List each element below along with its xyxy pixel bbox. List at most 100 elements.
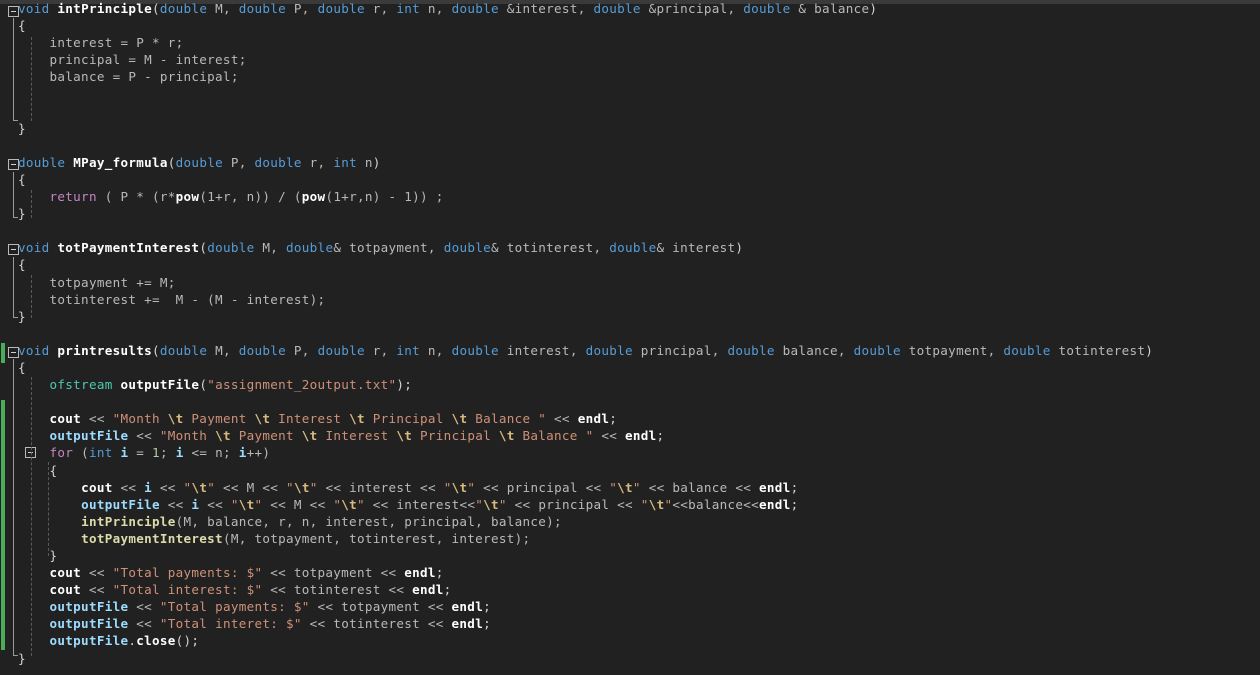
code-line[interactable]: void printresults(double M, double P, do… bbox=[0, 342, 1260, 359]
token-dim: << bbox=[81, 582, 113, 598]
code-line[interactable] bbox=[0, 393, 1260, 410]
token-kw: void bbox=[18, 240, 50, 256]
token-dim: interest = P * r; bbox=[18, 35, 184, 51]
code-line[interactable]: totinterest += M - (M - interest); bbox=[0, 291, 1260, 308]
token-var: outputFile bbox=[49, 428, 129, 444]
token-str: " bbox=[443, 479, 452, 495]
code-line[interactable]: { bbox=[0, 171, 1260, 188]
indent-guide-intprinciple bbox=[31, 37, 32, 121]
code-content[interactable]: void intPrinciple(double M, double P, do… bbox=[0, 0, 1260, 667]
code-line[interactable]: { bbox=[0, 359, 1260, 376]
token-str: "assignment_2output.txt" bbox=[207, 377, 397, 393]
token-dim: & interest bbox=[656, 240, 736, 256]
token-var: outputFile bbox=[81, 496, 160, 512]
code-line[interactable]: totPaymentInterest(M, totpayment, totint… bbox=[0, 530, 1260, 547]
token-dim: << bbox=[128, 599, 160, 615]
code-line[interactable]: cout << i << "\t" << M << "\t" << intere… bbox=[0, 479, 1260, 496]
token-bw: endl bbox=[451, 599, 484, 615]
code-line[interactable] bbox=[0, 137, 1260, 154]
token-punc: ) bbox=[1145, 342, 1154, 358]
code-line[interactable]: { bbox=[0, 462, 1260, 479]
code-line[interactable]: } bbox=[0, 650, 1260, 667]
token-kw: double bbox=[443, 240, 491, 256]
token-ctl: return bbox=[49, 189, 97, 205]
code-line[interactable] bbox=[0, 103, 1260, 120]
code-line[interactable]: intPrinciple(M, balance, r, n, interest,… bbox=[0, 513, 1260, 530]
token-str: Payment bbox=[230, 428, 302, 444]
token-kw: double bbox=[317, 1, 365, 16]
token-bw: cout bbox=[81, 479, 113, 495]
token-str: Balance " bbox=[467, 411, 547, 427]
code-line[interactable] bbox=[0, 222, 1260, 239]
token-punc: (); bbox=[175, 633, 200, 649]
code-line[interactable]: interest = P * r; bbox=[0, 34, 1260, 51]
code-line[interactable]: for (int i = 1; i <= n; i++) bbox=[0, 444, 1260, 461]
token-kw: double bbox=[159, 342, 208, 358]
token-dim: << balance << bbox=[640, 479, 760, 495]
code-line[interactable] bbox=[0, 85, 1260, 102]
code-line[interactable]: cout << "Total interest: $" << totintere… bbox=[0, 581, 1260, 598]
code-line[interactable]: outputFile << "Total interet: $" << toti… bbox=[0, 615, 1260, 632]
code-line[interactable]: } bbox=[0, 547, 1260, 564]
token-dim: principal = M - interest; bbox=[18, 52, 247, 68]
code-line[interactable]: principal = M - interest; bbox=[0, 51, 1260, 68]
token-kw: double bbox=[1003, 342, 1051, 358]
code-editor[interactable]: void intPrinciple(double M, double P, do… bbox=[0, 0, 1260, 675]
code-line[interactable]: balance = P - principal; bbox=[0, 68, 1260, 85]
code-line[interactable]: { bbox=[0, 256, 1260, 273]
token-dim: &principal, bbox=[640, 1, 744, 16]
code-line[interactable]: } bbox=[0, 120, 1260, 137]
code-line[interactable]: } bbox=[0, 205, 1260, 222]
code-line[interactable]: outputFile << "Total payments: $" << tot… bbox=[0, 598, 1260, 615]
code-line[interactable]: cout << "Month \t Payment \t Interest \t… bbox=[0, 410, 1260, 427]
code-line[interactable]: } bbox=[0, 308, 1260, 325]
code-line[interactable]: totpayment += M; bbox=[0, 274, 1260, 291]
token-kw: double bbox=[451, 1, 499, 16]
code-line[interactable] bbox=[0, 325, 1260, 342]
code-line[interactable]: outputFile.close(); bbox=[0, 632, 1260, 649]
code-line[interactable]: outputFile << "Month \t Payment \t Inter… bbox=[0, 427, 1260, 444]
code-line[interactable]: cout << "Total payments: $" << totpaymen… bbox=[0, 564, 1260, 581]
code-line[interactable]: double MPay_formula(double P, double r, … bbox=[0, 154, 1260, 171]
token-dim: << bbox=[546, 411, 578, 427]
token-esc: \t bbox=[191, 479, 208, 495]
token-bw: endl bbox=[451, 616, 484, 632]
token-esc: \t bbox=[341, 496, 357, 512]
token-str: " bbox=[475, 496, 484, 512]
token-dim: n, bbox=[420, 342, 452, 358]
token-dim: n bbox=[356, 154, 373, 170]
code-line[interactable]: outputFile << i << "\t" << M << "\t" << … bbox=[0, 496, 1260, 513]
token-bw: cout bbox=[49, 565, 82, 581]
token-kw: double bbox=[175, 154, 223, 170]
code-line[interactable]: void intPrinciple(double M, double P, do… bbox=[0, 0, 1260, 17]
token-bw: endl bbox=[412, 582, 444, 598]
token-dim: (M, balance, r, n, interest, principal, … bbox=[175, 513, 562, 529]
token-dim: ( bbox=[73, 445, 89, 461]
token-type: ofstream bbox=[49, 377, 113, 393]
token-str: " bbox=[286, 479, 294, 495]
token-dim: n, bbox=[420, 1, 452, 16]
token-dim: << interest << bbox=[317, 479, 444, 495]
code-line[interactable]: { bbox=[0, 17, 1260, 34]
token-var: i bbox=[144, 479, 153, 495]
token-dim: balance = P - principal; bbox=[18, 69, 239, 85]
token-dim: << principal << bbox=[506, 496, 641, 512]
code-line[interactable]: ofstream outputFile("assignment_2output.… bbox=[0, 376, 1260, 393]
indent-guide-mpay bbox=[31, 190, 32, 218]
token-dim: (M, totpayment, totinterest, interest); bbox=[222, 530, 531, 546]
token-punc: { bbox=[18, 171, 26, 187]
code-line[interactable]: void totPaymentInterest(double M, double… bbox=[0, 239, 1260, 256]
code-line[interactable]: return ( P * (r*pow(1+r, n)) / (pow(1+r,… bbox=[0, 188, 1260, 205]
token-kw: void bbox=[18, 1, 50, 16]
token-dim: P, bbox=[222, 154, 255, 170]
token-kw: int bbox=[333, 154, 357, 170]
token-punc: ; bbox=[790, 479, 799, 495]
token-fndef: intPrinciple bbox=[57, 1, 153, 16]
